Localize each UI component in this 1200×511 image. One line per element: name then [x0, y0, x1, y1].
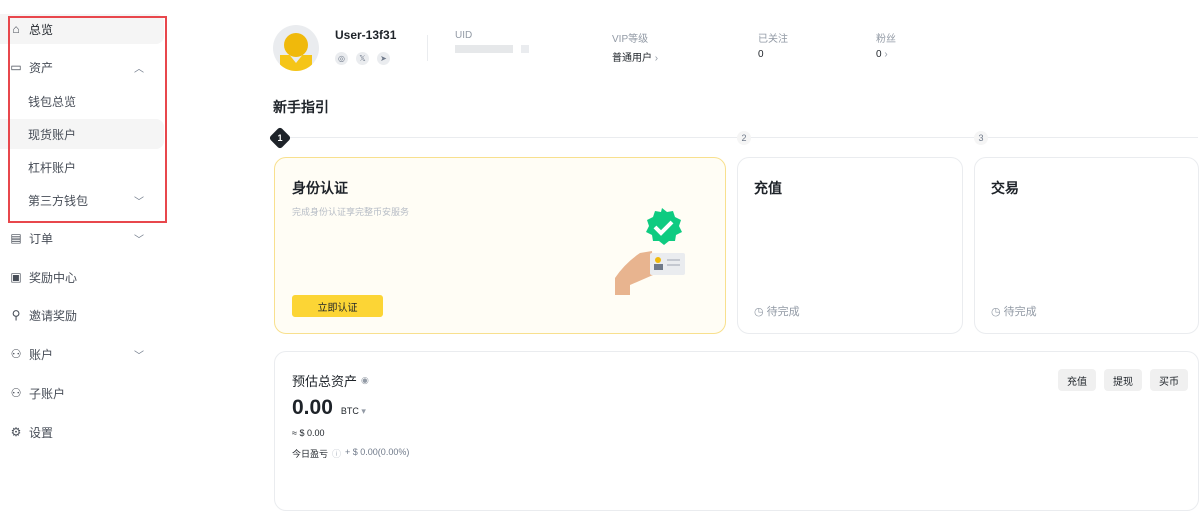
pnl-value: + $ 0.00(0.00%) — [345, 447, 410, 457]
uid-value-blurred — [455, 45, 513, 53]
caret-down-icon: ▾ — [361, 406, 366, 416]
username: User-13f31 — [335, 28, 397, 42]
card-description: 完成身份认证享完整币安服务 — [292, 207, 410, 217]
vip-value[interactable]: 普通用户 › — [612, 49, 658, 64]
clock-icon: ◷ — [754, 306, 764, 318]
status-pending: 待完成 — [766, 306, 800, 318]
sidebar-item-sub-account[interactable]: ⚇ 子账户 — [0, 378, 164, 408]
sidebar-item-account[interactable]: ⚇ 账户 ﹀ — [0, 339, 164, 369]
eye-icon[interactable]: ◉ — [361, 375, 369, 386]
sidebar-item-rewards[interactable]: ▣ 奖励中心 — [0, 262, 164, 292]
verify-now-button[interactable]: 立即认证 — [292, 295, 383, 317]
followers-value[interactable]: 0 › — [876, 49, 896, 60]
card-title: 充值 — [754, 180, 782, 196]
sidebar-item-label: 奖励中心 — [29, 270, 78, 285]
status-pending: 待完成 — [1003, 306, 1037, 318]
following-label: 已关注 — [758, 34, 788, 45]
chevron-down-icon: ﹀ — [134, 350, 144, 362]
sidebar-item-orders[interactable]: ▤ 订单 ﹀ — [0, 223, 164, 253]
avatar[interactable] — [273, 25, 319, 71]
vip-label: VIP等级 — [612, 34, 649, 45]
divider — [427, 35, 428, 61]
identity-verification-card: 身份认证 完成身份认证享完整币安服务 立即认证 — [274, 157, 726, 334]
assets-title: 预估总资产 — [292, 374, 358, 389]
usd-equivalent: ≈ $ 0.00 — [292, 428, 325, 438]
card-title: 交易 — [991, 180, 1019, 196]
step-2-number: 2 — [737, 131, 751, 145]
currency-selector[interactable]: BTC ▾ — [341, 406, 366, 417]
deposit-card[interactable]: 充值 ◷ 待完成 — [737, 157, 963, 334]
sidebar-item-label: 邀请奖励 — [29, 308, 78, 323]
highlight-box — [8, 16, 167, 223]
step-1-number: 1 — [277, 133, 283, 143]
withdraw-button[interactable]: 提现 — [1104, 369, 1142, 391]
pnl-label: 今日盈亏 — [292, 449, 329, 459]
buy-crypto-button[interactable]: 买币 — [1150, 369, 1188, 391]
sidebar-item-label: 子账户 — [29, 386, 66, 401]
id-card-illustration — [615, 208, 685, 295]
following-value: 0 — [758, 49, 764, 60]
sidebar-item-label: 订单 — [29, 231, 54, 246]
instagram-icon[interactable]: ◎ — [335, 52, 348, 65]
sub-account-icon: ⚇ — [10, 386, 22, 400]
followers-label: 粉丝 — [876, 34, 896, 45]
chevron-down-icon: ﹀ — [134, 234, 144, 246]
x-icon[interactable]: 𝕏 — [356, 52, 369, 65]
reward-icon: ▣ — [10, 270, 22, 284]
sidebar-item-invite[interactable]: ⚲ 邀请奖励 — [0, 300, 164, 330]
copy-icon[interactable] — [521, 45, 529, 53]
chevron-right-icon: › — [884, 49, 888, 60]
trade-card[interactable]: 交易 ◷ 待完成 — [974, 157, 1199, 334]
user-icon: ⚇ — [10, 347, 22, 361]
guide-title: 新手指引 — [273, 99, 329, 115]
sidebar-item-label: 账户 — [29, 347, 54, 362]
clock-icon: ◷ — [991, 306, 1001, 318]
uid-label: UID — [455, 30, 473, 41]
deposit-button[interactable]: 充值 — [1058, 369, 1096, 391]
sidebar-item-settings[interactable]: ⚙ 设置 — [0, 417, 164, 447]
chevron-right-icon: › — [654, 53, 659, 64]
sidebar-item-label: 设置 — [29, 425, 54, 440]
settings-icon: ⚙ — [10, 425, 22, 439]
invite-icon: ⚲ — [11, 308, 21, 322]
order-icon: ▤ — [10, 231, 22, 245]
telegram-icon[interactable]: ➤ — [377, 52, 390, 65]
step-3-number: 3 — [974, 131, 988, 145]
info-icon[interactable]: ⓘ — [332, 447, 341, 460]
estimated-assets-card: 预估总资产 ◉ 0.00 BTC ▾ ≈ $ 0.00 今日盈亏 ⓘ + $ 0.00(… — [274, 351, 1199, 511]
total-amount: 0.00 — [292, 396, 333, 419]
card-title: 身份认证 — [292, 180, 348, 196]
